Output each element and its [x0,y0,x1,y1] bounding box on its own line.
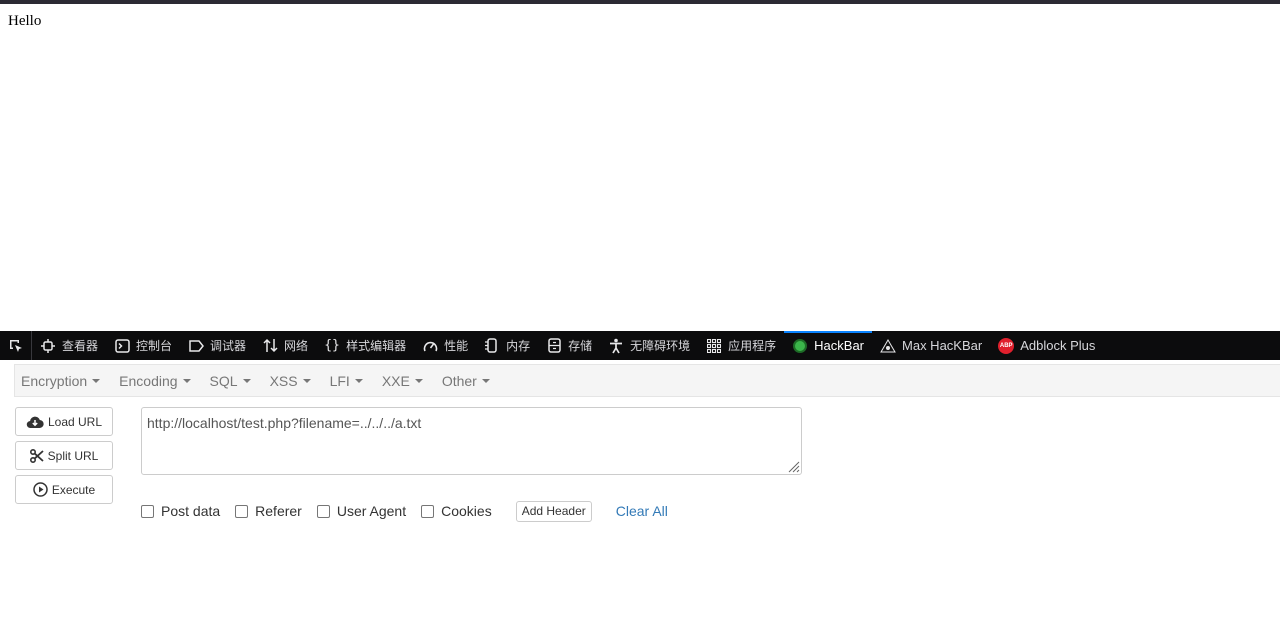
post-data-checkbox[interactable] [141,504,154,518]
request-options: Post data Referer User Agent Cookies Add… [141,500,668,522]
tab-label: 控制台 [136,339,173,353]
browser-top-border [0,0,1280,4]
performance-icon [422,338,438,354]
tab-label: 调试器 [210,339,247,353]
tab-performance[interactable]: 性能 [414,331,476,360]
caret-down-icon [302,378,311,383]
menu-sql[interactable]: SQL [210,373,251,389]
split-url-button[interactable]: Split URL [15,441,113,470]
add-header-button[interactable]: Add Header [515,500,592,522]
resize-grip-icon[interactable] [786,459,800,473]
debugger-icon [188,338,204,354]
style-editor-icon: {} [324,338,340,353]
tab-label: HackBar [814,338,865,353]
tab-accessibility[interactable]: 无障碍环境 [600,331,698,360]
network-icon [262,338,278,354]
caret-down-icon [242,378,251,383]
play-circle-icon [33,482,48,497]
hackbar-menu: Encryption Encoding SQL XSS LFI XXE Othe… [14,364,1280,397]
menu-xxe[interactable]: XXE [382,373,423,389]
tab-application[interactable]: 应用程序 [698,331,784,360]
tab-label: 应用程序 [728,339,777,353]
tab-network[interactable]: 网络 [254,331,316,360]
tab-label: Adblock Plus [1020,338,1096,353]
tab-label: 网络 [284,339,309,353]
tab-adblock-plus[interactable]: ABP Adblock Plus [990,331,1103,360]
tab-style-editor[interactable]: {} 样式编辑器 [316,331,414,360]
option-post-data[interactable]: Post data [141,503,220,519]
caret-down-icon [354,378,363,383]
cookies-checkbox[interactable] [421,504,435,518]
application-icon [706,338,722,354]
inspector-icon [40,338,56,354]
element-picker-button[interactable] [0,331,32,360]
execute-button[interactable]: Execute [15,475,113,504]
load-url-label: Load URL [47,414,103,429]
accessibility-icon [608,338,624,354]
cloud-download-icon [26,415,44,429]
element-picker-icon [9,339,22,352]
tab-hackbar[interactable]: HackBar [784,331,872,360]
split-url-label: Split URL [47,448,99,463]
caret-down-icon [92,378,101,383]
tab-storage[interactable]: 存储 [538,331,600,360]
referer-checkbox[interactable] [235,504,249,518]
user-agent-checkbox[interactable] [316,504,330,518]
tab-inspector[interactable]: 查看器 [32,331,106,360]
menu-other[interactable]: Other [442,373,490,389]
tab-label: 查看器 [62,339,99,353]
menu-encryption[interactable]: Encryption [21,373,101,389]
tab-debugger[interactable]: 调试器 [180,331,254,360]
storage-icon [546,338,562,354]
caret-down-icon [182,378,191,383]
tab-label: Max HacKBar [902,338,983,353]
caret-down-icon [414,378,423,383]
tab-max-hackbar[interactable]: Max HacKBar [872,331,990,360]
tab-label: 性能 [444,339,469,353]
hackbar-icon [792,338,808,354]
tab-console[interactable]: 控制台 [106,331,180,360]
option-referer[interactable]: Referer [235,503,302,519]
execute-label: Execute [51,482,96,497]
devtools-toolbar: 查看器 控制台 调试器 网络 {} 样式编辑器 性能 内存 存储 无障碍环境 应… [0,331,1280,360]
memory-icon [484,338,500,354]
menu-encoding[interactable]: Encoding [119,373,191,389]
adblock-plus-icon: ABP [998,337,1015,354]
option-cookies[interactable]: Cookies [421,503,492,519]
max-hackbar-icon [880,338,896,354]
tab-label: 存储 [568,339,593,353]
tab-label: 内存 [506,339,531,353]
option-user-agent[interactable]: User Agent [316,503,406,519]
scissors-icon [29,448,44,463]
url-textarea[interactable]: http://localhost/test.php?filename=../..… [141,407,802,475]
menu-lfi[interactable]: LFI [330,373,363,389]
clear-all-link[interactable]: Clear All [616,503,668,519]
load-url-button[interactable]: Load URL [15,407,113,436]
caret-down-icon [481,378,490,383]
page-body-text: Hello [8,13,42,29]
menu-xss[interactable]: XSS [270,373,311,389]
tab-memory[interactable]: 内存 [476,331,538,360]
tab-label: 无障碍环境 [630,339,691,353]
console-icon [114,338,130,354]
tab-label: 样式编辑器 [346,339,407,353]
